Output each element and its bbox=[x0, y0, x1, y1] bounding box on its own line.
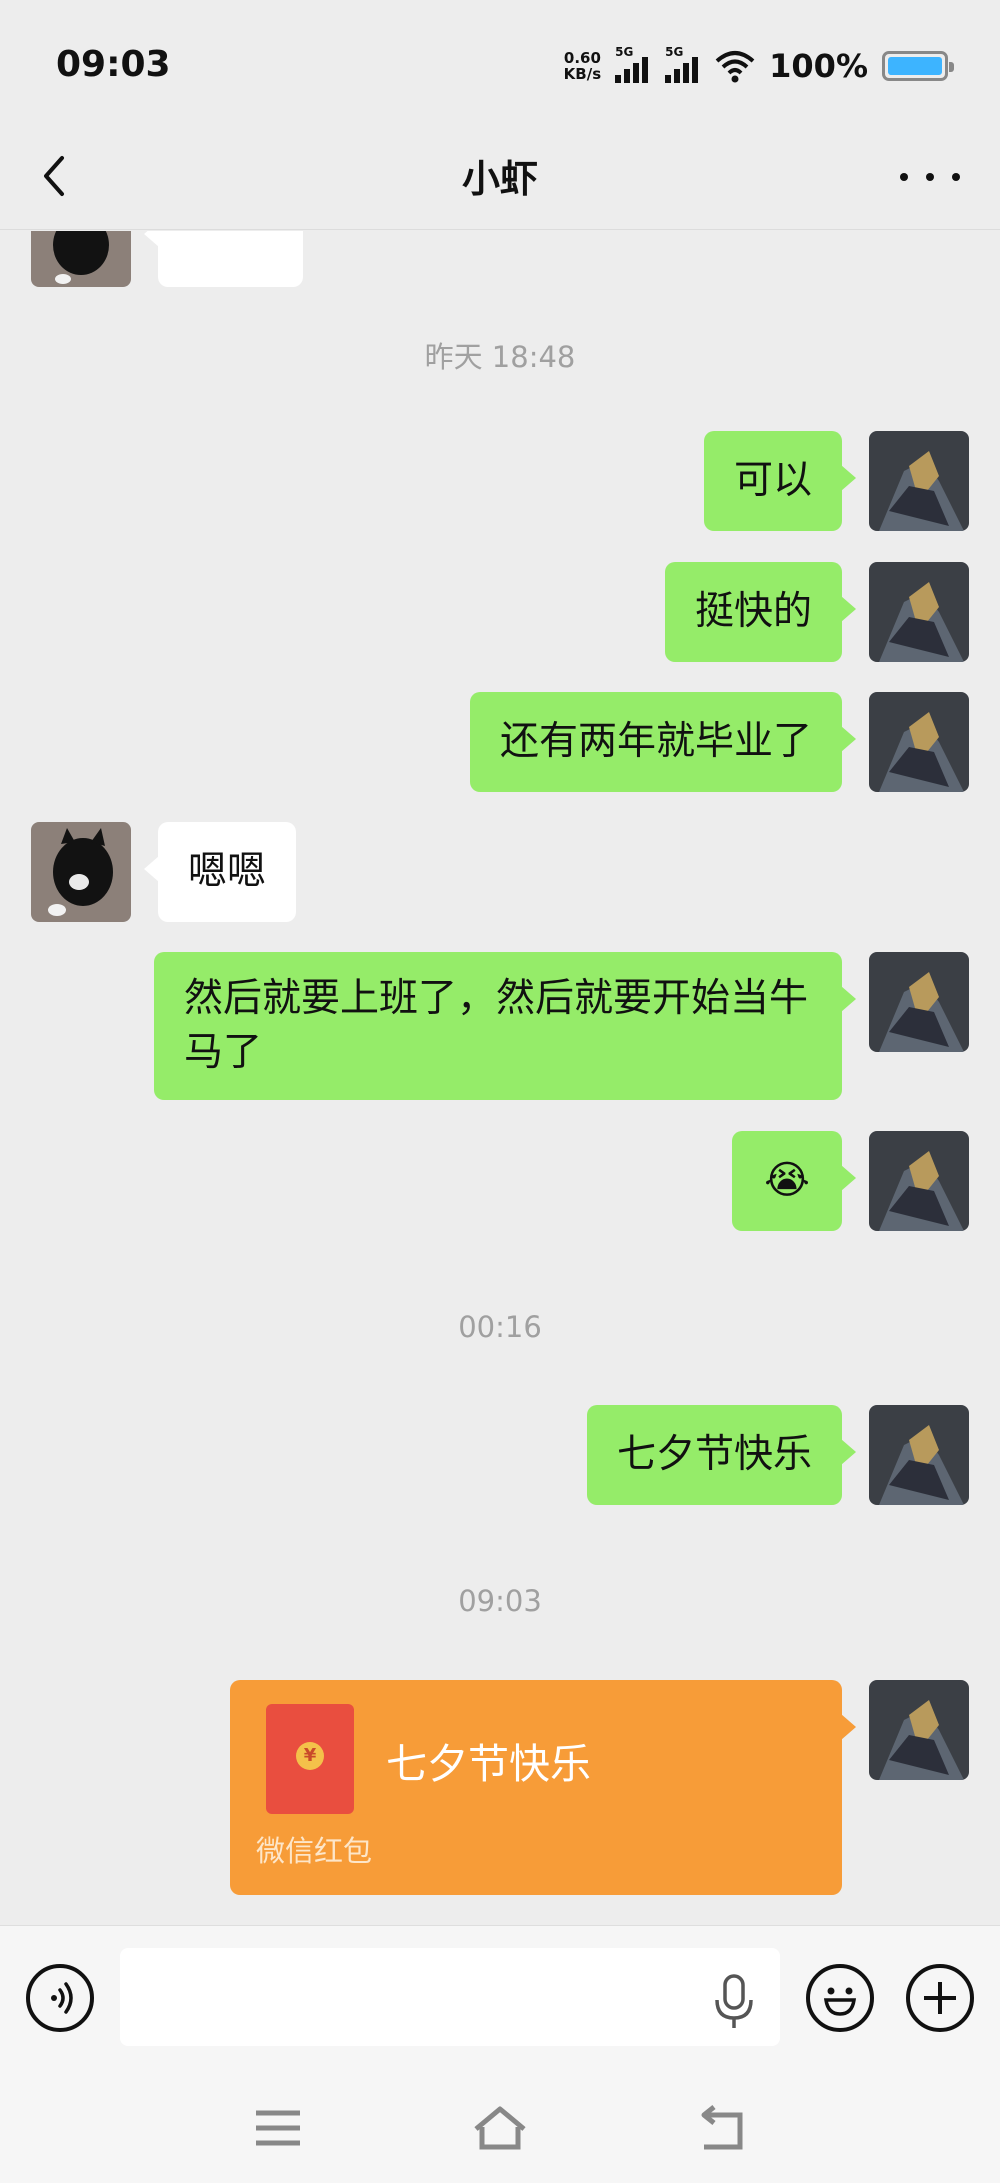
my-avatar[interactable] bbox=[869, 1405, 969, 1505]
battery-icon bbox=[882, 51, 954, 81]
timestamp: 00:16 bbox=[458, 1310, 542, 1344]
signal-icon: 5G bbox=[615, 45, 651, 83]
plus-icon[interactable] bbox=[906, 1964, 974, 2032]
network-speed: 0.60 KB/s bbox=[564, 50, 601, 82]
my-avatar[interactable] bbox=[869, 562, 969, 662]
my-avatar[interactable] bbox=[869, 692, 969, 792]
message-bubble-outgoing[interactable]: 挺快的 bbox=[664, 562, 857, 662]
message-bubble-outgoing[interactable]: 可以 bbox=[703, 431, 857, 531]
return-icon[interactable] bbox=[692, 2103, 752, 2153]
chat-messages[interactable]: 昨天 18:48 可以 挺快的 还有两年就毕业了 嗯嗯 然后就要上班了，然后就要… bbox=[0, 231, 1000, 1925]
input-bar bbox=[0, 1925, 1000, 2073]
signal-icon-2: 5G bbox=[665, 45, 701, 83]
message-bubble-emoji[interactable]: 😭 bbox=[732, 1131, 856, 1231]
battery-percent: 100% bbox=[769, 47, 868, 85]
mic-icon[interactable] bbox=[712, 1974, 756, 2030]
red-packet-title: 七夕节快乐 bbox=[386, 1740, 591, 1788]
signal-label-2: 5G bbox=[665, 45, 684, 59]
chat-title: 小虾 bbox=[461, 157, 538, 201]
message-bubble-outgoing[interactable]: 然后就要上班了，然后就要开始当牛马了 bbox=[154, 952, 856, 1100]
voice-icon[interactable] bbox=[26, 1964, 94, 2032]
red-packet-message[interactable]: ¥ 七夕节快乐 微信红包 bbox=[230, 1680, 856, 1895]
network-speed-value: 0.60 bbox=[563, 49, 601, 67]
message-bubble-outgoing[interactable]: 七夕节快乐 bbox=[586, 1405, 857, 1505]
timestamp: 09:03 bbox=[458, 1584, 542, 1618]
message-bubble-outgoing[interactable]: 还有两年就毕业了 bbox=[469, 692, 857, 792]
my-avatar[interactable] bbox=[869, 952, 969, 1052]
timestamp: 昨天 18:48 bbox=[424, 340, 576, 374]
contact-avatar[interactable] bbox=[31, 231, 131, 287]
menu-icon[interactable] bbox=[248, 2103, 308, 2153]
my-avatar[interactable] bbox=[869, 1680, 969, 1780]
contact-avatar[interactable] bbox=[31, 822, 131, 922]
network-speed-unit: KB/s bbox=[563, 65, 602, 83]
my-avatar[interactable] bbox=[869, 431, 969, 531]
status-bar: 09:03 0.60 KB/s 5G 5G 100% bbox=[0, 0, 1000, 120]
emoji-icon[interactable] bbox=[806, 1964, 874, 2032]
home-icon[interactable] bbox=[470, 2103, 530, 2153]
chat-header: 小虾 bbox=[0, 120, 1000, 230]
navigation-bar bbox=[0, 2073, 1000, 2183]
message-bubble-incoming[interactable]: 嗯嗯 bbox=[143, 822, 297, 922]
red-envelope-icon: ¥ bbox=[266, 1704, 354, 1814]
wifi-icon bbox=[715, 51, 755, 83]
status-icons: 0.60 KB/s 5G 5G 100% bbox=[564, 44, 954, 88]
red-packet-label: 微信红包 bbox=[256, 1834, 373, 1868]
signal-label: 5G bbox=[615, 45, 634, 59]
message-input[interactable] bbox=[120, 1948, 780, 2046]
status-time: 09:03 bbox=[56, 44, 171, 85]
my-avatar[interactable] bbox=[869, 1131, 969, 1231]
coin-icon: ¥ bbox=[296, 1742, 324, 1770]
message-bubble-partial[interactable] bbox=[144, 231, 303, 287]
more-icon[interactable] bbox=[900, 164, 960, 190]
